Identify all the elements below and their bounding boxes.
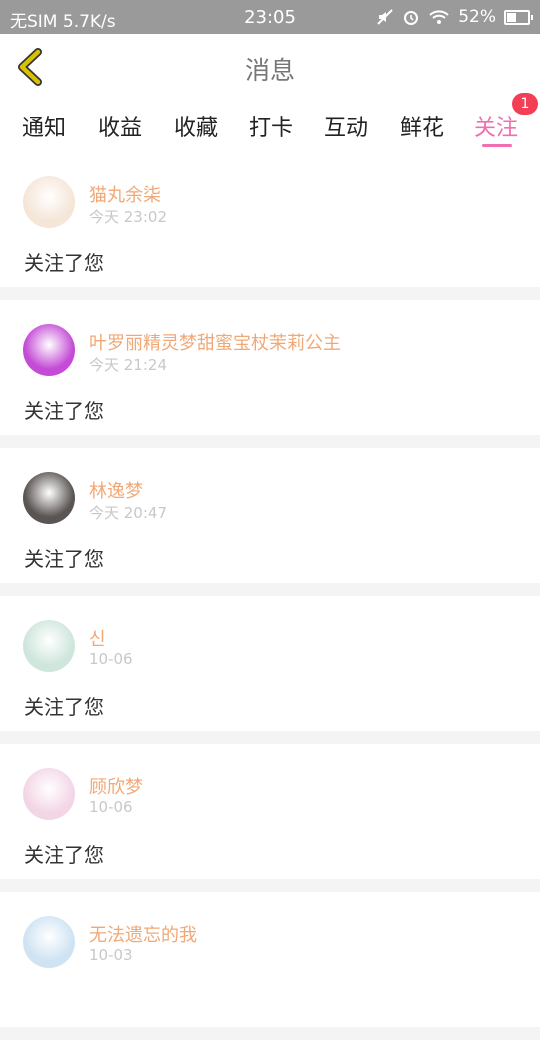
- timestamp: 今天 23:02: [89, 208, 167, 226]
- tab-5[interactable]: 鲜花: [400, 110, 444, 142]
- avatar[interactable]: [23, 916, 75, 968]
- wifi-icon: [429, 10, 449, 24]
- page-title: 消息: [244, 56, 295, 85]
- tab-4[interactable]: 互动: [324, 110, 368, 142]
- avatar[interactable]: [23, 472, 75, 524]
- message-text: 关注了您: [24, 547, 104, 571]
- timestamp: 10-06: [89, 650, 133, 668]
- avatar[interactable]: [23, 620, 75, 672]
- battery-icon: [504, 9, 533, 25]
- header: 消息: [0, 34, 540, 101]
- timestamp: 今天 20:47: [89, 504, 167, 522]
- avatar[interactable]: [23, 768, 75, 820]
- battery-text: 52%: [458, 7, 496, 27]
- active-tab-underline: [482, 144, 512, 147]
- list-item[interactable]: 叶罗丽精灵梦甜蜜宝杖茉莉公主 今天 21:24 关注了您: [0, 300, 540, 435]
- message-text: 关注了您: [24, 843, 104, 867]
- status-bar: 无SIM 5.7K/s 23:05 52%: [0, 0, 540, 34]
- tab-6[interactable]: 关注: [474, 110, 518, 142]
- list-item[interactable]: 顾欣梦 10-06 关注了您: [0, 744, 540, 879]
- tab-bar: 通知 收益 收藏 打卡 互动 鲜花 关注 1: [0, 93, 540, 152]
- avatar[interactable]: [23, 176, 75, 228]
- tab-1[interactable]: 收益: [98, 110, 142, 142]
- list-item[interactable]: 신 10-06 关注了您: [0, 596, 540, 731]
- message-text: 关注了您: [24, 251, 104, 275]
- list-item[interactable]: 林逸梦 今天 20:47 关注了您: [0, 448, 540, 583]
- tab-3[interactable]: 打卡: [249, 110, 293, 142]
- tab-badge: 1: [512, 93, 538, 115]
- message-text: 关注了您: [24, 695, 104, 719]
- timestamp: 今天 21:24: [89, 356, 167, 374]
- timestamp: 10-03: [89, 946, 133, 964]
- message-list: 猫丸余柒 今天 23:02 关注了您 叶罗丽精灵梦甜蜜宝杖茉莉公主 今天 21:24 关注…: [0, 152, 540, 1040]
- user-name[interactable]: 无法遗忘的我: [89, 921, 197, 947]
- user-name[interactable]: 猫丸余柒: [89, 181, 161, 207]
- message-text: 关注了您: [24, 399, 104, 423]
- tab-2[interactable]: 收藏: [174, 110, 218, 142]
- user-name[interactable]: 신: [89, 625, 106, 651]
- tab-0[interactable]: 通知: [22, 110, 66, 142]
- list-item[interactable]: 猫丸余柒 今天 23:02 关注了您: [0, 152, 540, 287]
- user-name[interactable]: 叶罗丽精灵梦甜蜜宝杖茉莉公主: [89, 329, 341, 355]
- user-name[interactable]: 林逸梦: [89, 477, 143, 503]
- mute-icon: [377, 9, 393, 25]
- user-name[interactable]: 顾欣梦: [89, 773, 143, 799]
- timestamp: 10-06: [89, 798, 133, 816]
- avatar[interactable]: [23, 324, 75, 376]
- alarm-icon: [404, 11, 419, 25]
